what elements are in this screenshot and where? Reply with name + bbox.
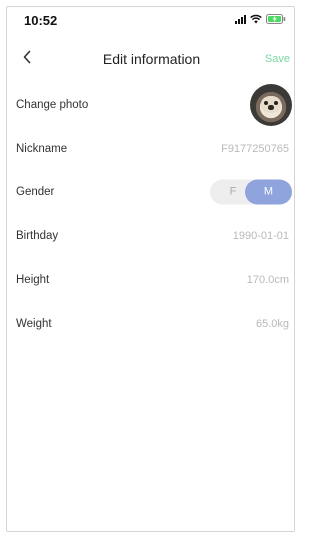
nav-bar: Edit information Save [7, 43, 296, 73]
avatar-face [261, 96, 281, 113]
birthday-value[interactable]: 1990-01-01 [233, 230, 289, 242]
wifi-icon [250, 14, 262, 24]
avatar-snout [268, 105, 274, 110]
weight-label: Weight [16, 318, 52, 330]
gender-option-m-selected[interactable]: M [245, 179, 292, 205]
screen: 10:52 Edit information Save Change photo… [6, 6, 295, 532]
avatar-eye-right [274, 101, 278, 105]
birthday-label: Birthday [16, 230, 59, 242]
change-photo-label: Change photo [16, 99, 89, 111]
page-title: Edit information [102, 51, 201, 67]
height-row[interactable]: Height 170.0cm [7, 259, 296, 301]
nickname-label: Nickname [16, 143, 68, 155]
nickname-row[interactable]: Nickname F9177250765 [7, 128, 296, 170]
gender-row: Gender F M [7, 171, 296, 213]
status-bar: 10:52 [7, 7, 296, 33]
change-photo-row[interactable]: Change photo [7, 84, 296, 126]
height-label: Height [16, 274, 50, 286]
status-time: 10:52 [24, 13, 58, 28]
signal-icon [235, 14, 246, 24]
avatar-eye-left [264, 101, 268, 105]
save-button[interactable]: Save [265, 53, 290, 65]
gender-label: Gender [16, 186, 55, 198]
weight-row[interactable]: Weight 65.0kg [7, 303, 296, 345]
gender-toggle[interactable]: F M [210, 179, 292, 205]
height-value[interactable]: 170.0cm [247, 274, 289, 286]
birthday-row[interactable]: Birthday 1990-01-01 [7, 215, 296, 257]
avatar[interactable] [250, 84, 292, 126]
status-icons [235, 14, 286, 24]
nickname-value[interactable]: F9177250765 [221, 143, 289, 155]
battery-charging-icon [266, 14, 286, 24]
weight-value[interactable]: 65.0kg [256, 318, 289, 330]
